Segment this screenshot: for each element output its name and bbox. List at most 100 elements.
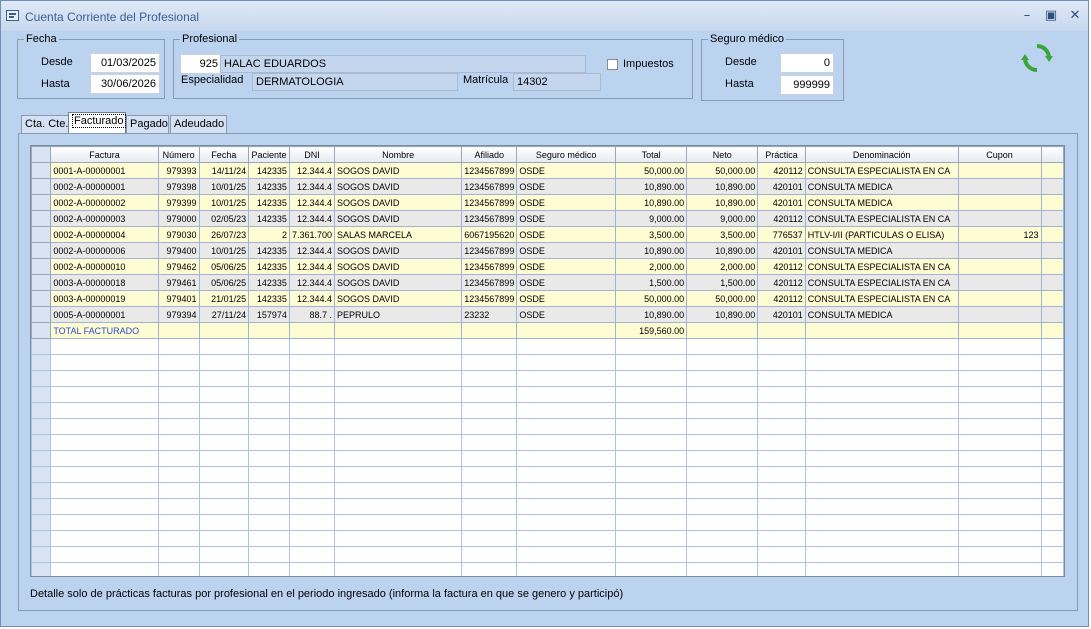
seguro-desde-input[interactable]: 0 [780,53,834,73]
total-cell-empty [157,322,200,339]
tab-pagado[interactable]: Pagado [126,115,169,133]
cell-cupon [957,274,1042,291]
tab-facturado[interactable]: Facturado [68,112,126,134]
tab-adeudado[interactable]: Adeudado [170,115,227,133]
cell-practica: 420101 [757,306,806,323]
empty-cell [516,370,616,387]
empty-cell [957,546,1042,563]
cell-nombre: SOGOS DAVID [333,258,463,275]
empty-cell [333,466,463,483]
col-practica-header[interactable]: Práctica [757,146,806,163]
empty-cell [157,482,200,499]
tab-cta-cte[interactable]: Cta. Cte. [21,115,69,133]
table-row[interactable]: 0002-A-00000003 979000 02/05/23 142335 12.34… [31,210,1064,227]
refresh-icon[interactable] [1021,42,1053,74]
seguro-group: Seguro médico Desde 0 Hasta 999999 [701,32,844,101]
col-fecha-header[interactable]: Fecha [198,146,250,163]
empty-cell [461,450,518,467]
empty-cell [1040,434,1064,451]
facturado-grid[interactable]: Factura Número Fecha Paciente DNI Nombre… [30,145,1065,577]
empty-cell [757,450,806,467]
cell-afiliado: 1234567899 [461,258,518,275]
empty-cell [157,354,200,371]
table-row[interactable]: 0003-A-00000018 979461 05/06/25 142335 12.34… [31,274,1064,291]
cell-cupon [957,178,1042,195]
profesional-code-input[interactable]: 925 [180,54,222,74]
seguro-hasta-label: Hasta [725,78,754,90]
cell-numero: 979462 [157,258,200,275]
cell-neto: 10,890.00 [686,306,759,323]
empty-cell [248,434,290,451]
table-row[interactable]: 0002-A-00000002 979399 10/01/25 142335 12.34… [31,194,1064,211]
col-afiliado-header[interactable]: Afiliado [461,146,518,163]
row-selector[interactable] [31,274,52,291]
fecha-desde-input[interactable]: 01/03/2025 [90,53,160,73]
minimize-button[interactable]: – [1018,7,1036,25]
cell-nombre: SOGOS DAVID [333,194,463,211]
row-selector[interactable] [31,194,52,211]
seguro-hasta-input[interactable]: 999999 [780,75,834,95]
empty-cell [50,530,159,547]
empty-cell [804,562,959,576]
col-cupon-header[interactable]: Cupon [957,146,1042,163]
empty-cell [157,338,200,355]
empty-cell [333,354,463,371]
empty-cell [461,434,518,451]
table-row[interactable]: 0002-A-00000001 979398 10/01/25 142335 12.34… [31,178,1064,195]
table-row[interactable]: 0002-A-00000004 979030 26/07/23 2 7.361.700 S… [31,226,1064,243]
col-seguro-header[interactable]: Seguro médico [516,146,616,163]
row-selector[interactable] [31,210,52,227]
cell-nombre: SOGOS DAVID [333,162,463,179]
profesional-group-title: Profesional [180,32,240,46]
table-row[interactable]: 0002-A-00000010 979462 05/06/25 142335 12.34… [31,258,1064,275]
col-nombre-header[interactable]: Nombre [333,146,463,163]
table-row[interactable]: 0003-A-00000019 979401 21/01/25 142335 12.34… [31,290,1064,307]
row-selector[interactable] [31,258,52,275]
empty-cell [516,562,616,576]
col-paciente-header[interactable]: Paciente [248,146,290,163]
empty-cell [198,530,250,547]
row-selector[interactable] [31,226,52,243]
empty-cell [461,370,518,387]
cell-afiliado: 23232 [461,306,518,323]
total-value: 159,560.00 [614,322,688,339]
maximize-button[interactable]: ▣ [1042,7,1060,25]
cell-seguro: OSDE [516,290,616,307]
close-button[interactable]: ✕ [1066,7,1084,25]
fecha-hasta-input[interactable]: 30/06/2026 [90,74,160,94]
total-cell-empty [957,322,1042,339]
grid-header-row: Factura Número Fecha Paciente DNI Nombre… [31,146,1064,163]
table-row[interactable]: 0001-A-00000001 979393 14/11/24 142335 12.34… [31,162,1064,179]
cell-fecha: 26/07/23 [198,226,250,243]
profesional-group: Profesional 925 HALAC EDUARDOS Impuestos… [173,32,693,99]
empty-cell [333,546,463,563]
col-neto-header[interactable]: Neto [686,146,759,163]
cell-neto: 2,000.00 [686,258,759,275]
row-selector[interactable] [31,322,52,339]
total-row[interactable]: TOTAL FACTURADO 159,560.00 [31,322,1064,339]
fecha-group-title: Fecha [24,32,59,46]
title-bar[interactable]: Cuenta Corriente del Profesional – ▣ ✕ [1,1,1088,31]
row-selector[interactable] [31,162,52,179]
col-total-header[interactable]: Total [614,146,688,163]
empty-cell [50,546,159,563]
col-factura-header[interactable]: Factura [50,146,159,163]
col-denominacion-header[interactable]: Denominación [804,146,959,163]
empty-cell [957,482,1042,499]
row-selector[interactable] [31,306,52,323]
cell-fecha: 05/06/25 [198,258,250,275]
empty-cell [804,466,959,483]
empty-cell [333,530,463,547]
cell-nombre: SOGOS DAVID [333,290,463,307]
table-row[interactable]: 0005-A-00000001 979394 27/11/24 157974 88.7 … [31,306,1064,323]
col-numero-header[interactable]: Número [157,146,200,163]
empty-cell [1040,546,1064,563]
row-selector[interactable] [31,290,52,307]
col-dni-header[interactable]: DNI [288,146,336,163]
empty-row [31,514,1064,531]
cell-neto: 50,000.00 [686,290,759,307]
impuestos-checkbox[interactable] [607,59,618,70]
row-selector[interactable] [31,178,52,195]
row-selector[interactable] [31,242,52,259]
table-row[interactable]: 0002-A-00000006 979400 10/01/25 142335 12.34… [31,242,1064,259]
